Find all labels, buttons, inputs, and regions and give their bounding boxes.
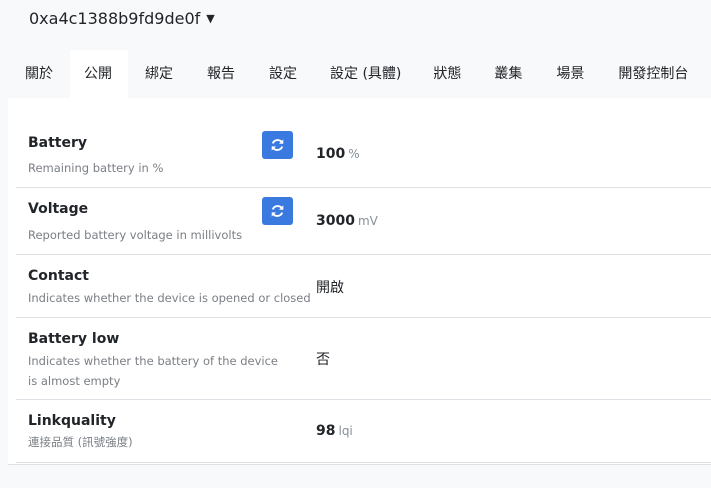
tab-exposes[interactable]: 公開 — [70, 50, 128, 98]
expose-value: 否 — [316, 352, 330, 368]
tab-scene[interactable]: 場景 — [539, 50, 601, 98]
expose-label: Contact — [28, 268, 89, 284]
expose-row-voltage: Voltage Reported battery voltage in mill… — [16, 188, 711, 255]
refresh-icon — [271, 139, 284, 151]
page-header: 0xa4c1388b9fd9de0f ▼ — [0, 0, 711, 50]
tab-dev-console[interactable]: 開發控制台 — [601, 50, 705, 98]
expose-value: 98 lqi — [316, 423, 353, 439]
expose-row-battery-low: Battery low Indicates whether the batter… — [16, 318, 711, 400]
expose-description: 連接品質 (訊號強度) — [28, 435, 133, 449]
tab-clusters[interactable]: 叢集 — [477, 50, 539, 98]
tab-bar: 關於 公開 綁定 報告 設定 設定 (具體) 狀態 叢集 場景 開發控制台 — [8, 50, 705, 98]
refresh-icon — [271, 205, 284, 217]
expose-description: Indicates whether the device is opened o… — [28, 291, 311, 305]
expose-row-contact: Contact Indicates whether the device is … — [16, 255, 711, 318]
device-id: 0xa4c1388b9fd9de0f — [29, 9, 201, 28]
expose-label: Voltage — [28, 201, 89, 217]
expose-value: 100% — [316, 146, 360, 162]
expose-value: 3000 mV — [316, 213, 378, 229]
expose-row-battery: Battery Remaining battery in % 100% — [16, 120, 711, 188]
expose-description: Reported battery voltage in millivolts — [28, 228, 243, 242]
expose-label: Linkquality — [28, 413, 116, 429]
expose-label: Battery — [28, 135, 88, 151]
expose-description: Remaining battery in % — [28, 161, 164, 175]
expose-value: 開啟 — [316, 280, 344, 296]
expose-description: Indicates whether the battery of the dev… — [28, 354, 279, 388]
tab-state[interactable]: 狀態 — [417, 50, 477, 98]
tab-settings[interactable]: 設定 — [252, 50, 314, 98]
refresh-voltage-button[interactable] — [262, 197, 293, 225]
tab-about[interactable]: 關於 — [8, 50, 70, 98]
exposes-panel: Battery Remaining battery in % 100% Volt… — [8, 98, 711, 465]
refresh-battery-button[interactable] — [262, 131, 293, 159]
tab-settings-specific[interactable]: 設定 (具體) — [314, 50, 417, 98]
chevron-down-icon: ▼ — [206, 12, 215, 25]
expose-row-linkquality: Linkquality 連接品質 (訊號強度) 98 lqi — [16, 400, 711, 463]
device-selector[interactable]: 0xa4c1388b9fd9de0f ▼ — [29, 9, 215, 28]
tab-reporting[interactable]: 報告 — [190, 50, 252, 98]
expose-label: Battery low — [28, 331, 120, 347]
tab-bind[interactable]: 綁定 — [128, 50, 190, 98]
